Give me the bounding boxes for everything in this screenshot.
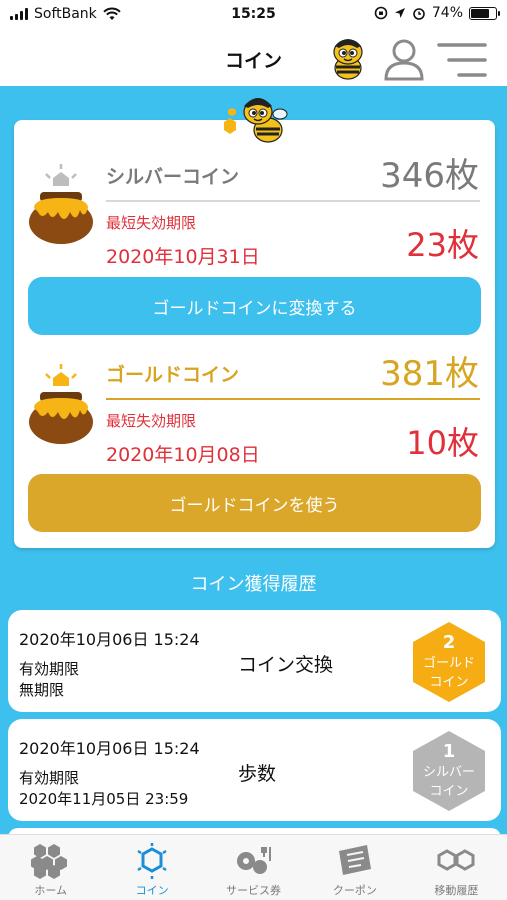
tab-coupon[interactable]: クーポン: [304, 835, 405, 900]
silver-expiry-label: 最短失効期限: [106, 214, 197, 232]
gold-expiry-label: 最短失効期限: [106, 412, 197, 430]
silver-expiry-date: 2020年10月31日: [106, 246, 260, 268]
badge-type: シルバー: [422, 765, 475, 780]
silver-coin-badge: 1 シルバー コイン: [409, 729, 489, 813]
convert-to-gold-button[interactable]: ゴールドコインに変換する: [28, 277, 481, 335]
tab-label: ホーム: [34, 884, 68, 897]
history-expiry-label: 有効期限: [19, 660, 80, 678]
history-item[interactable]: 2020年10月06日 15:24 有効期限 2020年11月05日 23:59…: [8, 719, 501, 821]
page-title: コイン: [224, 50, 282, 72]
coin-hexagon-icon: [137, 843, 167, 879]
gold-coin-badge: 2 ゴールド コイン: [409, 620, 489, 704]
alarm-clock-icon: [413, 8, 425, 20]
tab-home[interactable]: ホーム: [0, 835, 101, 900]
battery-icon: [469, 6, 500, 20]
tab-coin[interactable]: コイン: [101, 835, 202, 900]
silver-coin-label: シルバーコイン: [106, 166, 240, 188]
tab-label: コイン: [135, 884, 169, 897]
badge-type: コイン: [429, 675, 469, 690]
route-history-icon: [437, 849, 475, 871]
user-icon[interactable]: [382, 37, 426, 81]
orientation-lock-icon: [374, 6, 388, 20]
app-header: コイン: [0, 30, 507, 86]
badge-type: コイン: [429, 784, 469, 799]
tab-service-ticket[interactable]: サービス券: [203, 835, 304, 900]
tab-label: サービス券: [226, 884, 282, 897]
history-title: コイン獲得履歴: [190, 574, 317, 595]
history-expiry-value: 2020年11月05日 23:59: [19, 790, 189, 808]
tab-label: 移動履歴: [434, 884, 479, 897]
silver-expiry-count: 23枚: [406, 226, 479, 264]
gold-expiry-date: 2020年10月08日: [106, 444, 260, 466]
status-right: 74%: [374, 5, 500, 21]
history-source: コイン交換: [238, 654, 334, 676]
badge-type: ゴールド: [422, 656, 475, 671]
coupon-icon: [338, 845, 371, 875]
honeycomb-icon: [30, 844, 67, 879]
badge-count: 1: [442, 741, 456, 762]
gold-coin-label: ゴールドコイン: [106, 364, 240, 386]
gold-coin-count: 381枚: [380, 354, 479, 394]
history-expiry-value: 無期限: [19, 681, 65, 699]
gold-honey-pot-icon: [29, 364, 93, 444]
silver-honey-pot-icon: [29, 164, 93, 244]
status-bar: SoftBank 15:25 74%: [0, 0, 507, 30]
bee-mascot-icon: [224, 98, 288, 143]
history-date: 2020年10月06日 15:24: [19, 630, 200, 649]
history-date: 2020年10月06日 15:24: [19, 739, 200, 758]
silver-coin-count: 346枚: [380, 156, 479, 196]
coin-summary-card: シルバーコイン 346枚 最短失効期限 2020年10月31日 23枚 ゴールド…: [14, 120, 495, 548]
menu-icon[interactable]: [437, 40, 487, 80]
history-source: 歩数: [238, 763, 277, 785]
history-expiry-label: 有効期限: [19, 769, 80, 787]
gold-divider: [106, 398, 480, 400]
gold-expiry-count: 10枚: [406, 424, 479, 462]
tab-route-history[interactable]: 移動履歴: [406, 835, 507, 900]
badge-count: 2: [442, 632, 456, 653]
bee-mascot-icon[interactable]: [323, 34, 373, 84]
location-arrow-icon: [394, 8, 405, 18]
history-item[interactable]: 2020年10月06日 15:24 有効期限 無期限 コイン交換 2 ゴールド …: [8, 610, 501, 712]
use-gold-coin-button[interactable]: ゴールドコインを使う: [28, 474, 481, 532]
tab-label: クーポン: [332, 884, 377, 897]
silver-divider: [106, 200, 480, 202]
battery-percent: 74%: [431, 5, 463, 21]
tab-bar: ホーム コイン サービス券 クーポン 移動履歴: [0, 834, 507, 900]
service-ticket-icon: [236, 847, 271, 874]
